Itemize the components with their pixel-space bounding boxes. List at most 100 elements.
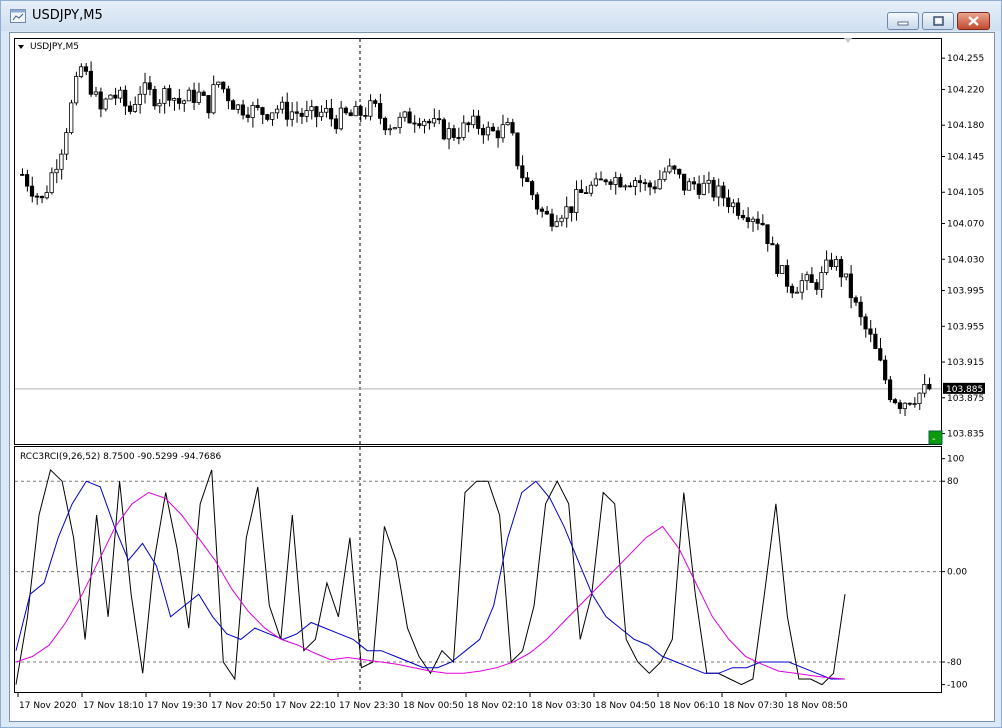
time-axis: 17 Nov 2020 17 Nov 18:10 17 Nov 19:30 17 No… bbox=[17, 693, 848, 711]
candle-body bbox=[113, 94, 118, 99]
candle-body bbox=[907, 402, 912, 405]
terminal-window: USDJPY,M5 USDJPY,M5 104.255 104.220 104.18… bbox=[0, 0, 1002, 728]
candle-body bbox=[216, 81, 221, 86]
candle-body bbox=[240, 104, 245, 116]
candle-body bbox=[392, 127, 397, 130]
candle-body bbox=[157, 102, 162, 107]
restore-button[interactable] bbox=[922, 12, 954, 30]
candle-body bbox=[829, 259, 834, 268]
candle-body bbox=[667, 165, 672, 173]
candle-body bbox=[476, 115, 481, 129]
minimize-button[interactable] bbox=[887, 12, 919, 30]
candle-body bbox=[887, 379, 893, 401]
time-label: 18 Nov 00:50 bbox=[403, 701, 464, 711]
candle-body bbox=[152, 88, 157, 107]
candle-body bbox=[422, 120, 427, 126]
candle-body bbox=[633, 180, 638, 187]
candle-body bbox=[49, 172, 54, 194]
candle-body bbox=[579, 189, 584, 193]
candle-body bbox=[878, 348, 883, 361]
candle-body bbox=[647, 182, 652, 188]
candle-body bbox=[181, 100, 187, 104]
candle-body bbox=[868, 328, 873, 335]
candle-body bbox=[427, 120, 432, 124]
candle-body bbox=[329, 107, 334, 120]
indicator-label: RCC3RCI(9,26,52) 8.7500 -90.5299 -94.768… bbox=[20, 452, 221, 462]
candle-body bbox=[29, 185, 35, 197]
candle-body bbox=[495, 130, 500, 139]
candle-body bbox=[289, 111, 294, 120]
candle-body bbox=[770, 243, 775, 246]
time-label: 17 Nov 23:30 bbox=[339, 701, 400, 711]
candle-body bbox=[554, 221, 559, 227]
candle-body bbox=[863, 316, 868, 330]
candle-body bbox=[834, 259, 839, 268]
candle-body bbox=[177, 98, 182, 104]
candle-body bbox=[853, 297, 858, 303]
candle-body bbox=[755, 218, 760, 224]
candle-body bbox=[142, 82, 147, 95]
price-tick-label: 104.030 bbox=[947, 255, 984, 265]
candle-body bbox=[682, 173, 687, 191]
candle-body bbox=[206, 95, 211, 114]
candle-body bbox=[809, 274, 814, 283]
chart-area[interactable]: USDJPY,M5 104.255 104.220 104.180 104.145 10… bbox=[9, 32, 995, 722]
candle-body bbox=[265, 114, 270, 120]
time-label: 18 Nov 08:50 bbox=[787, 701, 848, 711]
candle-body bbox=[373, 100, 378, 104]
svg-text:-: - bbox=[932, 434, 936, 445]
candle-body bbox=[74, 76, 79, 104]
candle-body bbox=[255, 105, 260, 108]
time-label: 17 Nov 2020 bbox=[19, 701, 77, 711]
price-tick-label: 104.070 bbox=[947, 220, 984, 230]
candle-body bbox=[211, 84, 216, 114]
candle-body bbox=[814, 282, 819, 290]
candle-body bbox=[716, 185, 721, 198]
candle-body bbox=[275, 108, 280, 114]
price-tick-label: 103.835 bbox=[947, 430, 984, 440]
candle-body bbox=[446, 128, 451, 140]
window-title: USDJPY,M5 bbox=[32, 8, 103, 23]
candle-body bbox=[530, 181, 535, 196]
close-button[interactable] bbox=[957, 12, 990, 30]
candle-body bbox=[799, 280, 804, 293]
candle-body bbox=[260, 107, 265, 115]
candle-body bbox=[103, 98, 108, 110]
candle-body bbox=[652, 186, 657, 190]
candle-body bbox=[564, 206, 569, 219]
candle-body bbox=[407, 111, 412, 124]
candle-body bbox=[706, 179, 711, 184]
candle-body bbox=[471, 115, 476, 126]
candle-body bbox=[583, 192, 589, 194]
indicator-tick-label: 80 bbox=[947, 477, 959, 487]
candle-body bbox=[819, 272, 824, 290]
candle-body bbox=[441, 119, 446, 140]
chart-canvas[interactable]: USDJPY,M5 104.255104.220104.180104.14510… bbox=[10, 33, 994, 721]
candle-body bbox=[637, 180, 643, 184]
candle-body bbox=[677, 168, 682, 175]
candle-body bbox=[613, 177, 618, 185]
candle-body bbox=[544, 210, 549, 215]
candle-body bbox=[485, 126, 491, 136]
candle-body bbox=[284, 101, 290, 120]
candle-body bbox=[245, 114, 250, 118]
candle-body bbox=[922, 384, 927, 394]
candle-body bbox=[324, 107, 329, 113]
candle-body bbox=[358, 106, 363, 116]
candle-body bbox=[333, 118, 339, 130]
candle-body bbox=[917, 392, 922, 404]
candle-body bbox=[34, 195, 40, 198]
candle-body bbox=[750, 218, 755, 223]
candle-body bbox=[118, 89, 123, 99]
candle-body bbox=[368, 100, 373, 117]
candle-body bbox=[775, 244, 780, 274]
candle-body bbox=[162, 88, 167, 104]
time-label: 17 Nov 22:10 bbox=[275, 701, 336, 711]
close-icon bbox=[968, 16, 979, 26]
candle-body bbox=[319, 111, 324, 118]
candle-body bbox=[794, 291, 800, 294]
title-bar[interactable]: USDJPY,M5 bbox=[1, 1, 1001, 31]
candle-body bbox=[417, 123, 422, 126]
minimize-icon bbox=[897, 21, 909, 26]
candle-body bbox=[309, 106, 314, 112]
